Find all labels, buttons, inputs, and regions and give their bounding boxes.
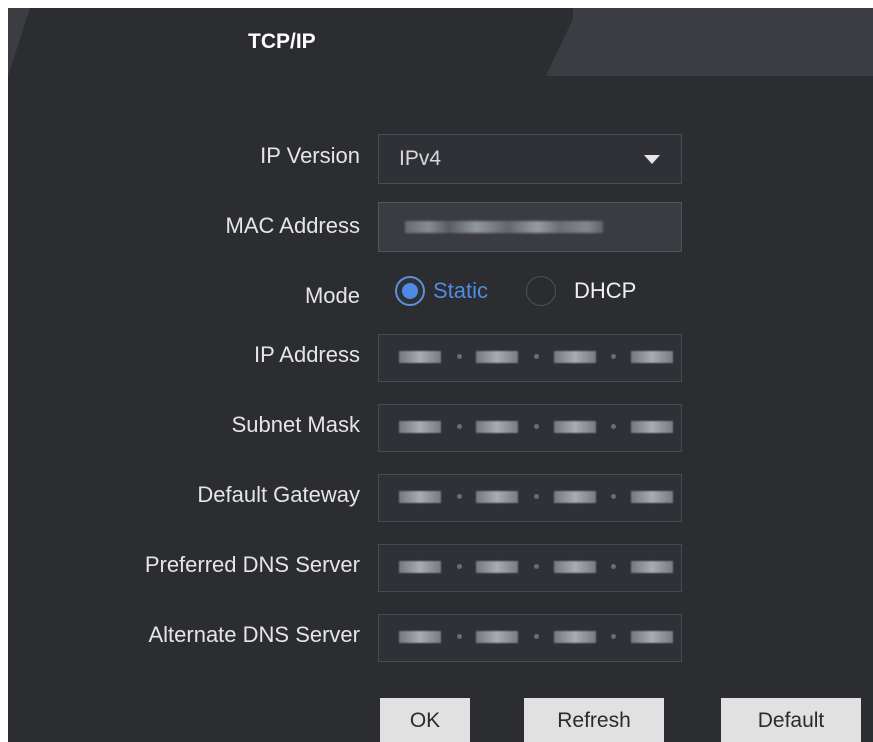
mac-address-field (378, 202, 682, 252)
network-settings-panel: TCP/IP IP Version IPv4 MAC Address Mode … (8, 8, 873, 742)
alternate-dns-dot-3 (611, 634, 616, 639)
ip-address-octet-2 (476, 351, 518, 363)
preferred-dns-dot-1 (457, 564, 462, 569)
alternate-dns-octet-3 (554, 631, 596, 643)
chevron-down-icon (644, 155, 660, 164)
preferred-dns-octet-3 (554, 561, 596, 573)
ip-version-select[interactable]: IPv4 (378, 134, 682, 184)
tab-tcp-ip-label: TCP/IP (248, 30, 316, 53)
subnet-mask-dot-3 (611, 424, 616, 429)
ip-version-value: IPv4 (399, 147, 442, 170)
default-button[interactable]: Default (721, 698, 861, 742)
alternate-dns-octet-1 (399, 631, 441, 643)
default-gateway-octet-2 (476, 491, 518, 503)
subnet-mask-label: Subnet Mask (231, 412, 360, 437)
preferred-dns-server-label: Preferred DNS Server (144, 552, 360, 577)
dhcp-radio[interactable] (526, 276, 556, 306)
ip-address-octet-3 (554, 351, 596, 363)
ip-address-label: IP Address (254, 342, 360, 367)
default-gateway-input[interactable] (378, 474, 682, 522)
ip-address-dot-2 (534, 354, 539, 359)
default-gateway-label: Default Gateway (197, 482, 360, 507)
subnet-mask-octet-3 (554, 421, 596, 433)
ip-address-input[interactable] (378, 334, 682, 382)
dhcp-label[interactable]: DHCP (574, 278, 636, 304)
default-gateway-dot-1 (457, 494, 462, 499)
alternate-dns-octet-2 (476, 631, 518, 643)
ip-address-octet-1 (399, 351, 441, 363)
ip-address-octet-4 (631, 351, 673, 363)
refresh-button[interactable]: Refresh (524, 698, 664, 742)
ok-button[interactable]: OK (380, 698, 470, 742)
mode-label: Mode (304, 283, 360, 308)
preferred-dns-octet-2 (476, 561, 518, 573)
mode-radio-group: Static DHCP (378, 270, 728, 314)
mac-address-blurred-value (405, 221, 603, 233)
static-radio[interactable] (395, 276, 425, 306)
preferred-dns-server-input[interactable] (378, 544, 682, 592)
preferred-dns-dot-2 (534, 564, 539, 569)
alternate-dns-dot-2 (534, 634, 539, 639)
alternate-dns-server-label: Alternate DNS Server (148, 622, 360, 647)
mac-address-label: MAC Address (225, 213, 361, 238)
default-gateway-dot-3 (611, 494, 616, 499)
preferred-dns-octet-1 (399, 561, 441, 573)
ip-address-dot-1 (457, 354, 462, 359)
ip-version-label: IP Version (260, 143, 360, 168)
preferred-dns-octet-4 (631, 561, 673, 573)
subnet-mask-dot-1 (457, 424, 462, 429)
ip-address-dot-3 (611, 354, 616, 359)
static-label[interactable]: Static (433, 278, 488, 304)
default-gateway-octet-4 (631, 491, 673, 503)
subnet-mask-octet-2 (476, 421, 518, 433)
default-gateway-dot-2 (534, 494, 539, 499)
alternate-dns-dot-1 (457, 634, 462, 639)
alternate-dns-octet-4 (631, 631, 673, 643)
alternate-dns-server-input[interactable] (378, 614, 682, 662)
subnet-mask-input[interactable] (378, 404, 682, 452)
default-gateway-octet-1 (399, 491, 441, 503)
default-gateway-octet-3 (554, 491, 596, 503)
subnet-mask-octet-1 (399, 421, 441, 433)
subnet-mask-octet-4 (631, 421, 673, 433)
preferred-dns-dot-3 (611, 564, 616, 569)
subnet-mask-dot-2 (534, 424, 539, 429)
